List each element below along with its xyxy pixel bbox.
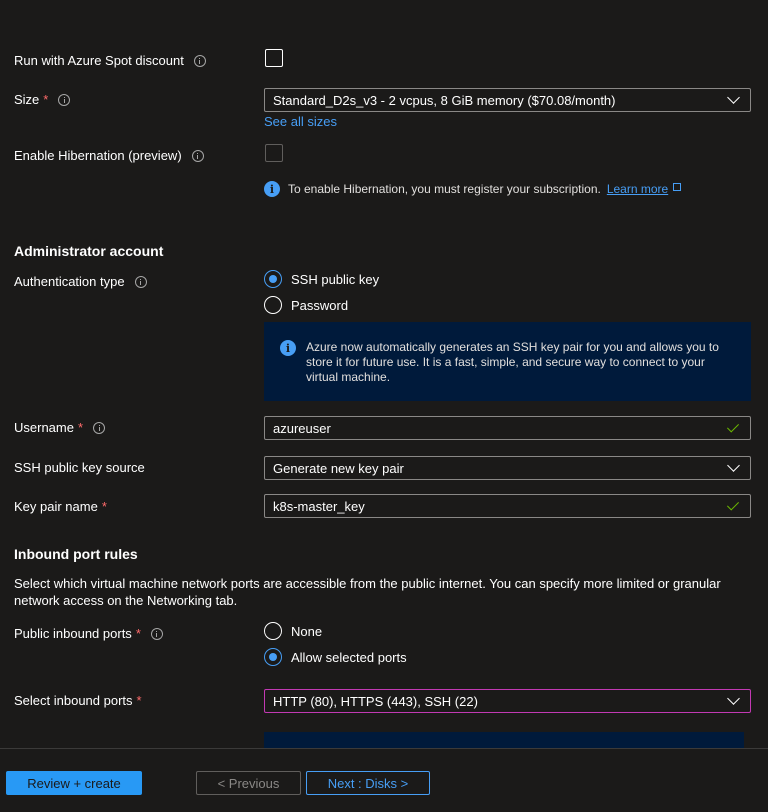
radio-ssh-public-key[interactable]: SSH public key <box>264 270 379 288</box>
ssh-info-text: Azure now automatically generates an SSH… <box>306 340 719 384</box>
learn-more-link[interactable]: Learn more <box>607 182 668 196</box>
chevron-down-icon <box>727 459 740 472</box>
chevron-down-icon <box>727 91 740 104</box>
key-source-label-row: SSH public key source <box>14 460 145 475</box>
radio-password[interactable]: Password <box>264 296 348 314</box>
info-icon[interactable] <box>93 421 106 434</box>
size-select-value: Standard_D2s_v3 - 2 vcpus, 8 GiB memory … <box>273 92 616 108</box>
radio-button-checked[interactable] <box>264 648 282 666</box>
inbound-description: Select which virtual machine network por… <box>14 576 721 608</box>
key-source-value: Generate new key pair <box>273 460 404 476</box>
see-all-sizes-link[interactable]: See all sizes <box>264 114 337 129</box>
select-ports-label: Select inbound ports <box>14 693 133 708</box>
username-label-row: Username * <box>14 420 106 435</box>
public-ports-label: Public inbound ports <box>14 626 132 641</box>
hibernation-notice: i To enable Hibernation, you must regist… <box>264 181 682 197</box>
spot-discount-label: Run with Azure Spot discount <box>14 53 184 68</box>
radio-button-checked[interactable] <box>264 270 282 288</box>
info-icon[interactable] <box>58 93 71 106</box>
info-icon[interactable] <box>150 627 163 640</box>
key-pair-label: Key pair name <box>14 499 98 514</box>
info-icon: i <box>280 340 296 356</box>
hibernation-label-row: Enable Hibernation (preview) <box>14 148 204 163</box>
review-create-button[interactable]: Review + create <box>6 771 142 795</box>
chevron-down-icon <box>727 692 740 705</box>
inbound-ports-select[interactable]: HTTP (80), HTTPS (443), SSH (22) <box>264 689 751 713</box>
key-pair-value: k8s-master_key <box>273 498 365 514</box>
public-ports-label-row: Public inbound ports * <box>14 626 163 641</box>
info-icon[interactable] <box>191 149 204 162</box>
select-ports-label-row: Select inbound ports * <box>14 693 142 708</box>
radio-allow-selected-ports[interactable]: Allow selected ports <box>264 648 407 666</box>
hibernation-notice-text: To enable Hibernation, you must register… <box>288 182 601 196</box>
size-label-row: Size * <box>14 92 71 107</box>
radio-button[interactable] <box>264 622 282 640</box>
footer-bar: Review + create < Previous Next : Disks … <box>0 748 768 812</box>
required-marker: * <box>77 420 84 435</box>
radio-label: Allow selected ports <box>291 649 407 665</box>
administrator-account-heading: Administrator account <box>14 243 164 259</box>
key-pair-input[interactable]: k8s-master_key <box>264 494 751 518</box>
info-icon[interactable] <box>134 275 147 288</box>
hibernation-label: Enable Hibernation (preview) <box>14 148 182 163</box>
external-link-icon <box>673 183 682 191</box>
inbound-port-rules-heading: Inbound port rules <box>14 546 138 562</box>
inbound-ports-value: HTTP (80), HTTPS (443), SSH (22) <box>273 693 478 709</box>
ssh-info-box: i Azure now automatically generates an S… <box>264 322 751 401</box>
required-marker: * <box>135 626 141 641</box>
username-input[interactable]: azureuser <box>264 416 751 440</box>
key-source-label: SSH public key source <box>14 460 145 475</box>
required-marker: * <box>43 92 49 107</box>
previous-button[interactable]: < Previous <box>196 771 301 795</box>
required-marker: * <box>101 499 107 514</box>
username-value: azureuser <box>273 420 331 436</box>
radio-label: Password <box>291 297 349 313</box>
size-label: Size <box>14 92 40 107</box>
hibernation-checkbox[interactable] <box>265 144 283 162</box>
radio-none[interactable]: None <box>264 622 322 640</box>
auth-type-label: Authentication type <box>14 274 125 289</box>
username-label: Username <box>14 420 74 435</box>
radio-button[interactable] <box>264 296 282 314</box>
auth-type-label-row: Authentication type <box>14 274 147 289</box>
radio-label: SSH public key <box>291 271 380 287</box>
radio-label: None <box>291 623 323 639</box>
size-select[interactable]: Standard_D2s_v3 - 2 vcpus, 8 GiB memory … <box>264 88 751 112</box>
spot-discount-row: Run with Azure Spot discount <box>14 53 206 68</box>
next-disks-button[interactable]: Next : Disks > <box>306 771 430 795</box>
key-source-select[interactable]: Generate new key pair <box>264 456 751 480</box>
spot-discount-checkbox[interactable] <box>265 49 283 67</box>
info-icon: i <box>264 181 280 197</box>
key-pair-label-row: Key pair name * <box>14 499 107 514</box>
info-icon[interactable] <box>193 54 206 67</box>
create-vm-form: Run with Azure Spot discount Size * Stan… <box>0 0 768 812</box>
required-marker: * <box>136 693 142 708</box>
